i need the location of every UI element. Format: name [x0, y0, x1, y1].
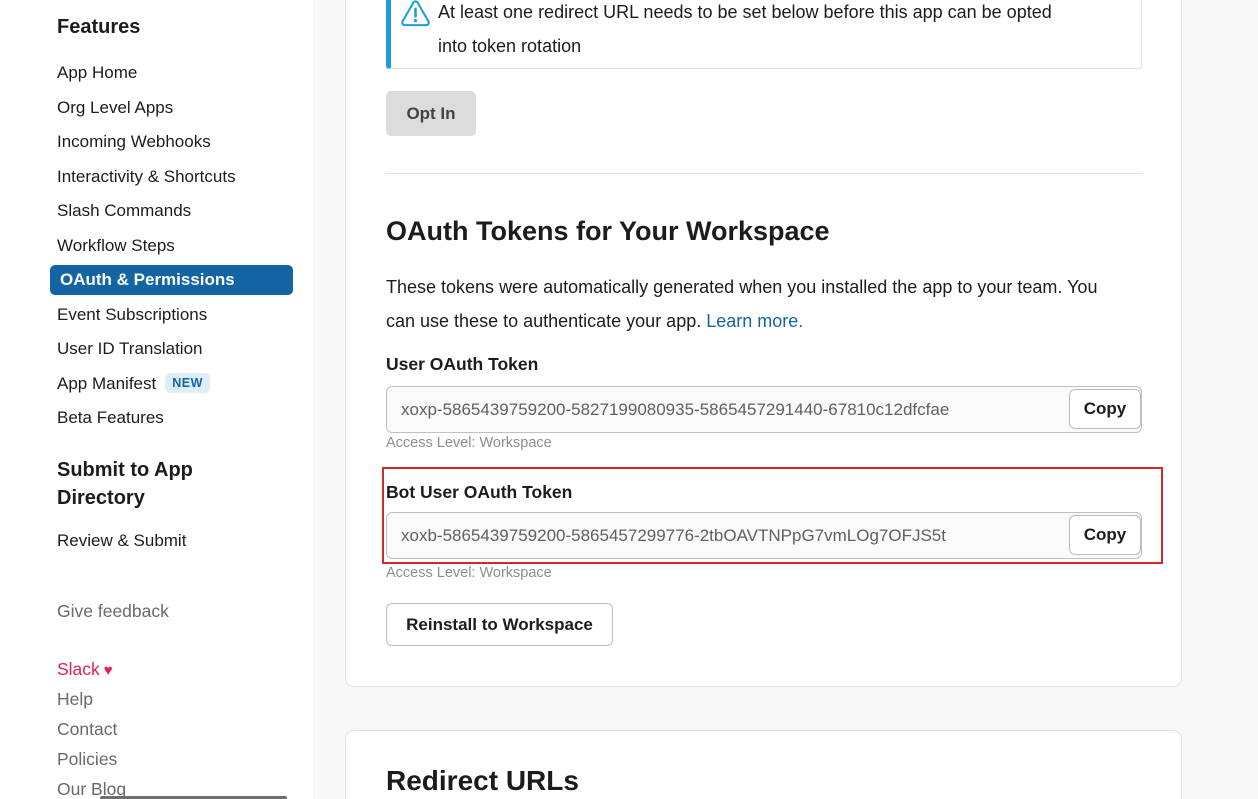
section-divider	[386, 173, 1142, 174]
content-panel: At least one redirect URL needs to be se…	[313, 0, 1258, 799]
redirect-urls-title: Redirect URLs	[386, 765, 579, 797]
sidebar-item-user-id-translation[interactable]: User ID Translation	[0, 332, 313, 367]
oauth-tokens-description: These tokens were automatically generate…	[386, 270, 1101, 338]
sidebar-item-oauth-permissions[interactable]: OAuth & Permissions	[0, 263, 313, 298]
new-badge: NEW	[165, 373, 210, 393]
oauth-tokens-title: OAuth Tokens for Your Workspace	[386, 216, 830, 247]
sidebar-heading-features: Features	[57, 16, 140, 39]
user-oauth-token-label: User OAuth Token	[386, 354, 538, 375]
user-oauth-token-input[interactable]	[386, 386, 1142, 433]
token-rotation-warning: At least one redirect URL needs to be se…	[386, 0, 1142, 69]
footer-link-policies[interactable]: Policies	[57, 744, 126, 774]
footer-link-help[interactable]: Help	[57, 684, 126, 714]
footer-link-slack[interactable]: Slack♥	[57, 654, 126, 684]
bot-token-copy-button[interactable]: Copy	[1069, 515, 1141, 555]
opt-in-button[interactable]: Opt In	[386, 91, 476, 136]
redirect-urls-card: Redirect URLs	[345, 730, 1182, 799]
user-token-access-level: Access Level: Workspace	[386, 435, 552, 451]
sidebar-footer: Slack♥ Help Contact Policies Our Blog	[57, 654, 126, 799]
sidebar-item-workflow-steps[interactable]: Workflow Steps	[0, 229, 313, 264]
sidebar-item-slash-commands[interactable]: Slash Commands	[0, 194, 313, 229]
oauth-tokens-card: At least one redirect URL needs to be se…	[345, 0, 1182, 687]
bot-oauth-token-input[interactable]	[386, 512, 1142, 559]
sidebar-item-review-submit[interactable]: Review & Submit	[57, 531, 186, 551]
slack-api-app-page: Features App Home Org Level Apps Incomin…	[0, 0, 1258, 799]
sidebar-item-interactivity-shortcuts[interactable]: Interactivity & Shortcuts	[0, 160, 313, 195]
heart-icon: ♥	[104, 662, 113, 679]
warning-text: At least one redirect URL needs to be se…	[438, 0, 1058, 63]
sidebar-item-app-manifest[interactable]: App ManifestNEW	[0, 367, 313, 402]
sidebar-item-org-level-apps[interactable]: Org Level Apps	[0, 91, 313, 126]
sidebar-nav: App Home Org Level Apps Incoming Webhook…	[0, 56, 313, 436]
sidebar-heading-submit-to-app-directory: Submit to App Directory	[57, 456, 227, 512]
user-token-copy-button[interactable]: Copy	[1069, 389, 1141, 429]
sidebar-item-app-home[interactable]: App Home	[0, 56, 313, 91]
footer-link-contact[interactable]: Contact	[57, 714, 126, 744]
bot-token-access-level: Access Level: Workspace	[386, 565, 552, 581]
warning-triangle-icon	[401, 0, 430, 32]
reinstall-to-workspace-button[interactable]: Reinstall to Workspace	[386, 603, 613, 646]
sidebar-item-beta-features[interactable]: Beta Features	[0, 401, 313, 436]
sidebar-item-incoming-webhooks[interactable]: Incoming Webhooks	[0, 125, 313, 160]
sidebar-item-event-subscriptions[interactable]: Event Subscriptions	[0, 298, 313, 333]
learn-more-link[interactable]: Learn more.	[706, 311, 803, 331]
sidebar: Features App Home Org Level Apps Incomin…	[0, 0, 313, 799]
bot-oauth-token-label: Bot User OAuth Token	[386, 482, 572, 503]
sidebar-link-give-feedback[interactable]: Give feedback	[57, 601, 169, 622]
